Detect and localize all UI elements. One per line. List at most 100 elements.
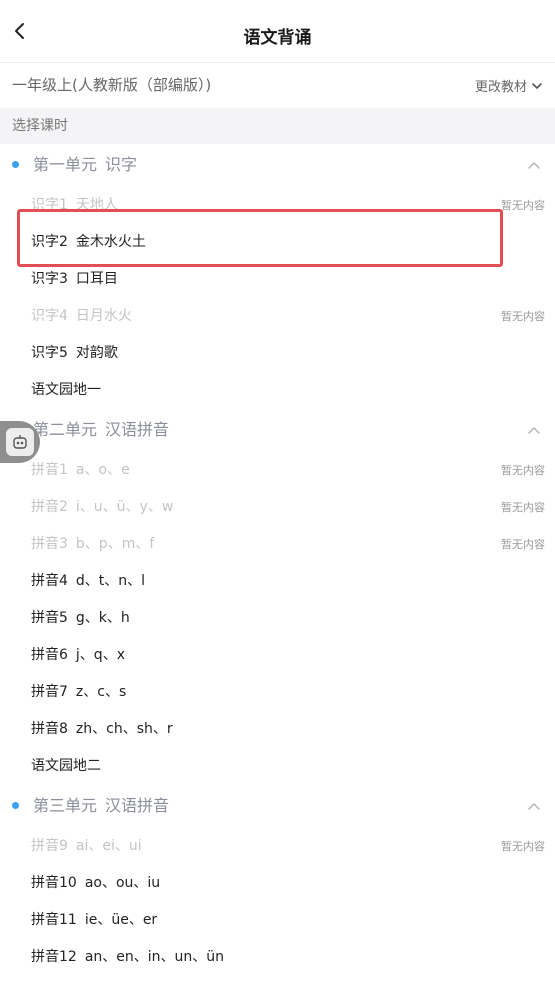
lesson-item[interactable]: 拼音11 ie、üe、er	[0, 902, 555, 939]
lesson-name: 识字4 日月水火	[31, 298, 132, 335]
unit-title: 第一单元 识字	[33, 144, 137, 186]
lesson-title: an、en、in、un、ün	[84, 949, 225, 965]
lesson-title: i、u、ü、y、w	[75, 499, 174, 515]
lesson-title: d、t、n、l	[75, 573, 146, 589]
lesson-name: 拼音4 d、t、n、l	[31, 563, 145, 600]
lesson-title: ie、üe、er	[84, 912, 158, 928]
lesson-title: 金木水火土	[75, 234, 146, 250]
lesson-number: 拼音5	[31, 610, 68, 626]
chevron-down-icon	[532, 82, 542, 89]
unit-title: 第三单元 汉语拼音	[33, 785, 169, 827]
no-content-label: 暂无内容	[501, 840, 545, 853]
lesson-name: 拼音11 ie、üe、er	[31, 902, 157, 939]
section-label-bar: 选择课时	[0, 108, 555, 144]
unit-header[interactable]: 第一单元 识字	[0, 144, 555, 187]
lesson-item[interactable]: 拼音2 i、u、ü、y、w 暂无内容	[0, 489, 555, 526]
chevron-up-icon[interactable]	[527, 799, 541, 813]
unit-name: 汉语拼音	[105, 420, 170, 439]
lesson-item[interactable]: 拼音7 z、c、s	[0, 674, 555, 711]
lesson-item[interactable]: 语文园地二	[0, 748, 555, 785]
lesson-item[interactable]: 拼音12 an、en、in、un、ün	[0, 939, 555, 976]
lesson-name: 语文园地一	[31, 372, 109, 409]
page: 语文背诵 一年级上(人教新版（部编版）) 更改教材 选择课时 第一单元 识字 识字1…	[0, 0, 555, 983]
lesson-item[interactable]: 拼音5 g、k、h	[0, 600, 555, 637]
lesson-title: ao、ou、iu	[84, 875, 161, 891]
lesson-number: 拼音6	[31, 647, 68, 663]
lesson-item[interactable]: 拼音1 a、o、e 暂无内容	[0, 452, 555, 489]
lesson-name: 拼音6 j、q、x	[31, 637, 125, 674]
unit-label: 第一单元	[33, 155, 98, 174]
lesson-number: 识字4	[31, 308, 68, 324]
change-textbook-button[interactable]: 更改教材	[475, 63, 543, 108]
unit-label: 第二单元	[33, 420, 98, 439]
chevron-up-icon[interactable]	[527, 158, 541, 172]
lesson-name: 拼音10 ao、ou、iu	[31, 865, 160, 902]
section-label: 选择课时	[12, 118, 68, 134]
lesson-name: 语文园地二	[31, 748, 109, 785]
lesson-number: 拼音12	[31, 949, 77, 965]
lesson-title: 口耳目	[75, 271, 118, 287]
lesson-number: 拼音9	[31, 838, 68, 854]
change-textbook-label: 更改教材	[474, 80, 527, 95]
lesson-number: 拼音7	[31, 684, 68, 700]
lesson-title: z、c、s	[75, 684, 127, 700]
lesson-name: 拼音8 zh、ch、sh、r	[31, 711, 173, 748]
lesson-number: 识字5	[31, 345, 68, 361]
unit-name: 识字	[105, 155, 138, 174]
unit-dot	[12, 161, 19, 168]
robot-assistant-icon	[6, 428, 34, 456]
lesson-number: 语文园地一	[31, 382, 101, 398]
lesson-name: 识字1 天地人	[31, 187, 118, 224]
lesson-name: 拼音5 g、k、h	[31, 600, 130, 637]
lesson-number: 拼音8	[31, 721, 68, 737]
lesson-number: 识字3	[31, 271, 68, 287]
lesson-number: 拼音3	[31, 536, 68, 552]
lesson-item[interactable]: 拼音6 j、q、x	[0, 637, 555, 674]
textbook-name: 一年级上(人教新版（部编版）)	[12, 76, 212, 94]
lesson-name: 拼音2 i、u、ü、y、w	[31, 489, 173, 526]
unit-name: 汉语拼音	[105, 796, 170, 815]
lesson-item[interactable]: 识字5 对韵歌	[0, 335, 555, 372]
lesson-name: 拼音3 b、p、m、f	[31, 526, 154, 563]
lesson-number: 识字2	[31, 234, 68, 250]
lesson-number: 拼音2	[31, 499, 68, 515]
no-content-label: 暂无内容	[501, 310, 545, 323]
unit-header[interactable]: 第三单元 汉语拼音	[0, 785, 555, 828]
no-content-label: 暂无内容	[501, 199, 545, 212]
lesson-item[interactable]: 识字1 天地人 暂无内容	[0, 187, 555, 224]
lesson-title: a、o、e	[75, 462, 130, 478]
lesson-name: 拼音9 ai、ei、ui	[31, 828, 142, 865]
lesson-number: 拼音11	[31, 912, 77, 928]
lesson-title: 日月水火	[75, 308, 132, 324]
top-bar: 语文背诵	[0, 0, 555, 63]
no-content-label: 暂无内容	[501, 538, 545, 551]
lesson-number: 拼音10	[31, 875, 77, 891]
lesson-name: 拼音7 z、c、s	[31, 674, 126, 711]
lesson-item[interactable]: 拼音9 ai、ei、ui 暂无内容	[0, 828, 555, 865]
unit-label: 第三单元	[33, 796, 98, 815]
page-title: 语文背诵	[243, 28, 312, 48]
lesson-item[interactable]: 识字4 日月水火 暂无内容	[0, 298, 555, 335]
lesson-item[interactable]: 拼音8 zh、ch、sh、r	[0, 711, 555, 748]
lesson-item[interactable]: 语文园地一	[0, 372, 555, 409]
lesson-item[interactable]: 拼音10 ao、ou、iu	[0, 865, 555, 902]
lesson-title: 天地人	[75, 197, 118, 213]
lesson-item[interactable]: 拼音3 b、p、m、f 暂无内容	[0, 526, 555, 563]
lesson-item[interactable]: 识字3 口耳目	[0, 261, 555, 298]
lesson-number: 语文园地二	[31, 758, 101, 774]
lesson-number: 拼音4	[31, 573, 68, 589]
unit-dot	[12, 802, 19, 809]
lesson-title: j、q、x	[75, 647, 125, 663]
lesson-number: 拼音1	[31, 462, 68, 478]
lesson-title: zh、ch、sh、r	[75, 721, 173, 737]
lesson-title: 对韵歌	[75, 345, 118, 361]
no-content-label: 暂无内容	[501, 501, 545, 514]
unit-header[interactable]: 第二单元 汉语拼音	[0, 409, 555, 452]
unit-title: 第二单元 汉语拼音	[33, 409, 169, 451]
chevron-up-icon[interactable]	[527, 423, 541, 437]
floating-assistant-button[interactable]	[0, 421, 40, 463]
lesson-item[interactable]: 识字2 金木水火土	[0, 224, 555, 261]
lesson-title: ai、ei、ui	[75, 838, 142, 854]
lesson-item[interactable]: 拼音4 d、t、n、l	[0, 563, 555, 600]
lesson-list: 第一单元 识字 识字1 天地人 暂无内容 识字2 金木水火土 识字3 口耳目 识字4 日月水火 暂无内…	[0, 144, 555, 976]
